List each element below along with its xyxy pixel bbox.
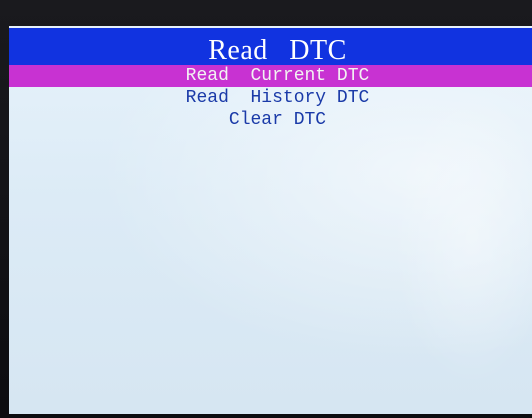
menu-item-label: Read History DTC xyxy=(185,88,370,108)
menu-item-label: Clear DTC xyxy=(228,110,327,130)
dtc-menu: Read Current DTC Read History DTC Clear … xyxy=(9,65,532,131)
menu-item-clear-dtc[interactable]: Clear DTC xyxy=(9,109,532,131)
menu-item-read-current-dtc[interactable]: Read Current DTC xyxy=(9,65,532,87)
screen-title: Read DTC xyxy=(208,35,347,66)
lcd-screen: Read DTC Read Current DTC Read History D… xyxy=(9,26,532,414)
menu-item-label: Read Current DTC xyxy=(185,66,370,86)
title-bar: Read DTC xyxy=(9,28,532,66)
menu-item-read-history-dtc[interactable]: Read History DTC xyxy=(9,87,532,109)
screen-glare xyxy=(392,86,532,386)
